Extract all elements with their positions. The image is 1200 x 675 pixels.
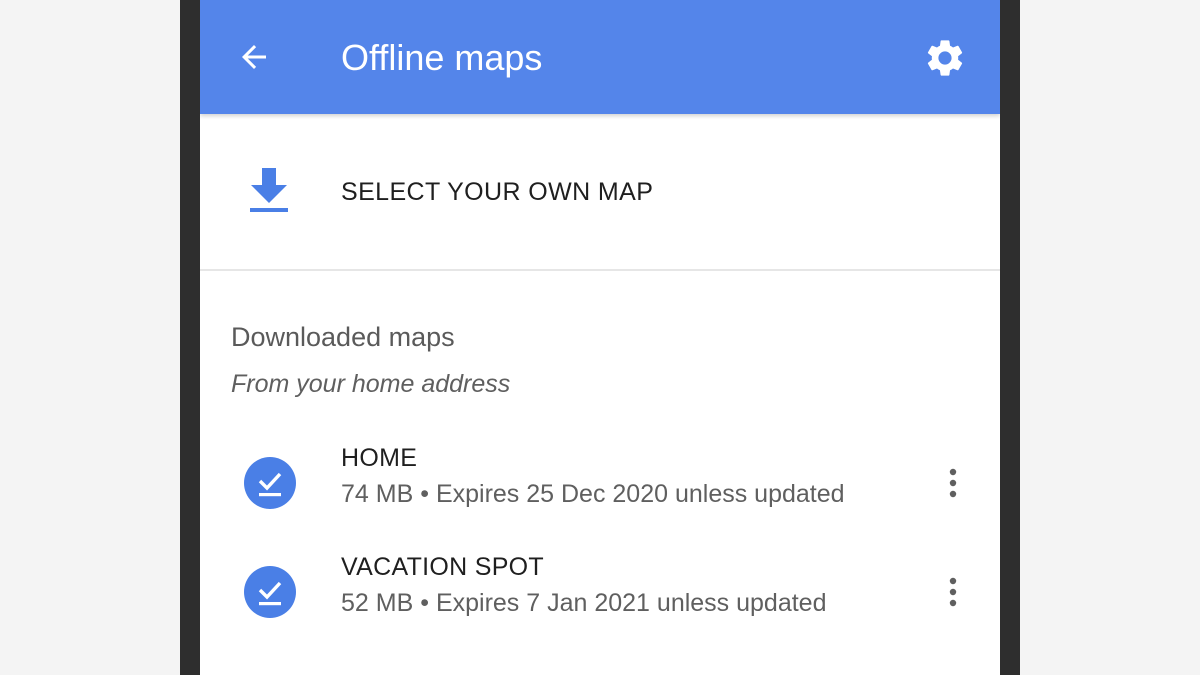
back-button[interactable] [230, 33, 278, 81]
gear-icon [927, 40, 963, 76]
select-own-map-label: SELECT YOUR OWN MAP [341, 178, 654, 206]
map-expiry: Expires 7 Jan 2021 unless updated [435, 589, 827, 617]
app-bar: Offline maps [200, 0, 1000, 114]
map-list-item[interactable]: HOME 74 MB • Expires 25 Dec 2020 unless … [200, 444, 1000, 553]
downloaded-maps-subtitle: From your home address [231, 370, 511, 398]
map-details: 74 MB • Expires 25 Dec 2020 unless updat… [341, 480, 845, 509]
check-circle-icon [244, 566, 296, 618]
arrow-back-icon [242, 45, 266, 69]
map-options-button[interactable] [938, 562, 968, 622]
map-name: VACATION SPOT [341, 553, 544, 581]
section-divider [200, 269, 1000, 271]
map-size: 74 MB [341, 480, 414, 508]
map-details: 52 MB • Expires 7 Jan 2021 unless update… [341, 589, 827, 618]
detail-separator: • [420, 480, 429, 508]
map-expiry: Expires 25 Dec 2020 unless updated [435, 480, 845, 508]
page-title: Offline maps [341, 37, 543, 78]
map-size: 52 MB [341, 589, 414, 617]
map-options-button[interactable] [938, 453, 968, 513]
more-vert-icon [949, 468, 957, 498]
map-list-item[interactable]: VACATION SPOT 52 MB • Expires 7 Jan 2021… [200, 553, 1000, 662]
more-vert-icon [949, 577, 957, 607]
download-icon [250, 168, 288, 212]
map-name: HOME [341, 444, 418, 472]
settings-button[interactable] [920, 33, 970, 83]
detail-separator: • [420, 589, 429, 617]
select-own-map-button[interactable]: SELECT YOUR OWN MAP [200, 114, 1000, 270]
check-circle-icon [244, 457, 296, 509]
downloaded-maps-heading: Downloaded maps [231, 322, 455, 352]
phone-screen: Offline maps SELECT YOUR OWN MAP Downloa… [200, 0, 1000, 675]
